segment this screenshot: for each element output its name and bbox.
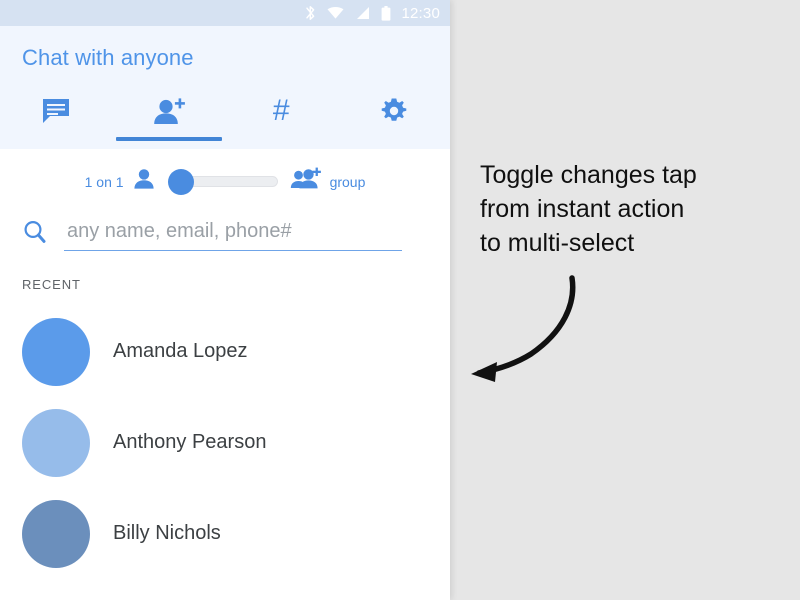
search-field-wrapper: [64, 220, 405, 251]
chat-mode-toggle[interactable]: 1 on 1 group: [0, 167, 450, 196]
list-item[interactable]: Anthony Pearson: [0, 397, 450, 488]
search-row: [0, 218, 450, 251]
avatar: [22, 408, 90, 477]
person-add-icon: [151, 97, 187, 132]
list-item[interactable]: Billy Nichols: [0, 488, 450, 579]
list-item[interactable]: Amanda Lopez: [0, 306, 450, 397]
battery-icon: [381, 5, 391, 21]
bluetooth-icon: [305, 5, 316, 21]
chat-mode-slider[interactable]: [167, 168, 278, 195]
annotation-text: Toggle changes tap from instant action t…: [480, 158, 780, 260]
avatar: [22, 499, 90, 568]
tab-conversations[interactable]: [0, 85, 113, 149]
tab-settings[interactable]: [338, 85, 451, 149]
status-bar-clock: 12:30: [401, 4, 440, 22]
active-tab-indicator: [115, 137, 222, 141]
contact-name: Billy Nichols: [113, 522, 221, 544]
recent-contact-list: Amanda Lopez Anthony Pearson Billy Nicho…: [0, 306, 450, 579]
tab-channels[interactable]: #: [225, 85, 338, 149]
contact-name: Anthony Pearson: [113, 431, 267, 453]
curved-arrow-icon: [471, 275, 576, 382]
group-add-icon: [290, 167, 322, 196]
avatar: [22, 317, 90, 386]
person-icon: [132, 167, 156, 196]
contact-name: Amanda Lopez: [113, 340, 248, 362]
annotation-line-3: to multi-select: [480, 229, 635, 257]
annotation-line-1: Toggle changes tap: [480, 161, 697, 189]
slider-thumb[interactable]: [167, 168, 194, 195]
phone-screen-panel: 12:30 Chat with anyone # 1 on 1 group an…: [0, 0, 450, 600]
app-header: Chat with anyone #: [0, 26, 450, 149]
search-icon[interactable]: [22, 218, 48, 251]
chat-bubble-icon: [41, 97, 71, 130]
tab-bar: #: [0, 85, 450, 149]
status-bar: 12:30: [0, 0, 450, 26]
recent-section-label: RECENT: [22, 277, 81, 292]
annotation-line-2: from instant action: [480, 195, 685, 223]
gear-icon: [380, 97, 408, 130]
wifi-icon: [327, 6, 344, 20]
hashtag-icon: #: [272, 94, 290, 127]
cellular-signal-icon: [355, 6, 370, 20]
search-input[interactable]: [64, 220, 405, 243]
page-title: Chat with anyone: [22, 45, 194, 70]
toggle-label-group: group: [329, 173, 366, 190]
toggle-label-one-on-one: 1 on 1: [84, 173, 124, 190]
tab-new-contact[interactable]: [113, 85, 226, 149]
